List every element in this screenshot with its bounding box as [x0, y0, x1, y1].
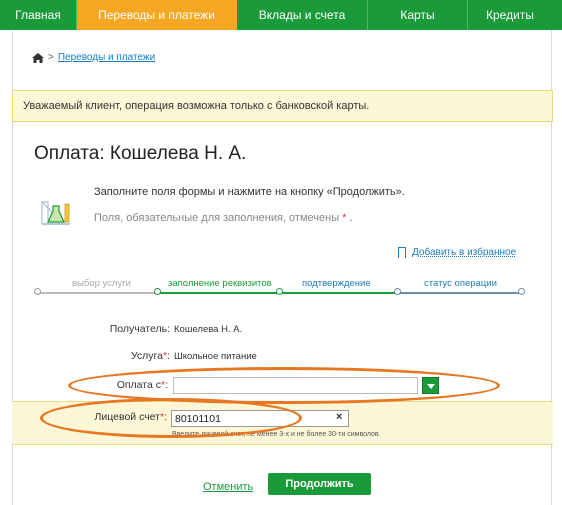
account-number-input[interactable]: [171, 410, 349, 427]
service-value: Школьное питание: [174, 351, 257, 362]
step-dot: [518, 288, 525, 295]
step-confirmation: подтверждение: [302, 278, 371, 289]
notice-banner: Уважаемый клиент, операция возможна толь…: [12, 90, 553, 122]
hint-text-required: Поля, обязательные для заполнения, отмеч…: [94, 212, 353, 224]
tab-home[interactable]: Главная: [0, 0, 77, 30]
pay-from-select[interactable]: [173, 377, 418, 394]
breadcrumb-link-transfers[interactable]: Переводы и платежи: [58, 52, 155, 63]
step-dot: [34, 288, 41, 295]
chevron-down-icon[interactable]: [422, 377, 439, 394]
home-icon[interactable]: [32, 52, 44, 63]
step-line-future: [396, 292, 520, 294]
top-navigation: Главная Переводы и платежи Вклады и счет…: [0, 0, 562, 30]
step-dot: [276, 288, 283, 295]
step-fill-details: заполнение реквизитов: [168, 278, 272, 289]
step-dot: [394, 288, 401, 295]
recipient-label: Получатель:: [109, 323, 170, 335]
breadcrumb: > Переводы и платежи: [32, 52, 155, 63]
pay-from-label: Оплата с*:: [116, 379, 168, 391]
cancel-link[interactable]: Отменить: [203, 481, 253, 493]
chevron-right-icon: >: [48, 52, 54, 63]
progress-steps: выбор услуги заполнение реквизитов подтв…: [34, 276, 526, 306]
step-line-done: [38, 292, 158, 294]
tab-deposits-accounts[interactable]: Вклады и счета: [237, 0, 368, 30]
bookmark-icon: [398, 247, 406, 258]
page-title: Оплата: Кошелева Н. А.: [34, 143, 247, 164]
step-dot: [154, 288, 161, 295]
hint-text-fill-form: Заполните поля формы и нажмите на кнопку…: [94, 186, 405, 198]
flask-icon: [41, 201, 70, 225]
tab-credits[interactable]: Кредиты: [468, 0, 562, 30]
tab-transfers-payments[interactable]: Переводы и платежи: [77, 0, 237, 30]
account-hint-text: Введите лицевой счет, не менее 3-х и не …: [172, 431, 381, 438]
service-label: Услуга*:: [130, 350, 170, 362]
step-operation-status: статус операции: [424, 278, 497, 289]
tab-cards[interactable]: Карты: [368, 0, 468, 30]
add-to-favorites-link[interactable]: Добавить в избранное: [398, 247, 516, 258]
account-label: Лицевой счет*:: [94, 411, 168, 423]
step-select-service: выбор услуги: [72, 278, 131, 289]
close-icon[interactable]: ×: [336, 411, 342, 423]
continue-button[interactable]: Продолжить: [268, 473, 371, 495]
recipient-value: Кошелева Н. А.: [174, 324, 243, 335]
